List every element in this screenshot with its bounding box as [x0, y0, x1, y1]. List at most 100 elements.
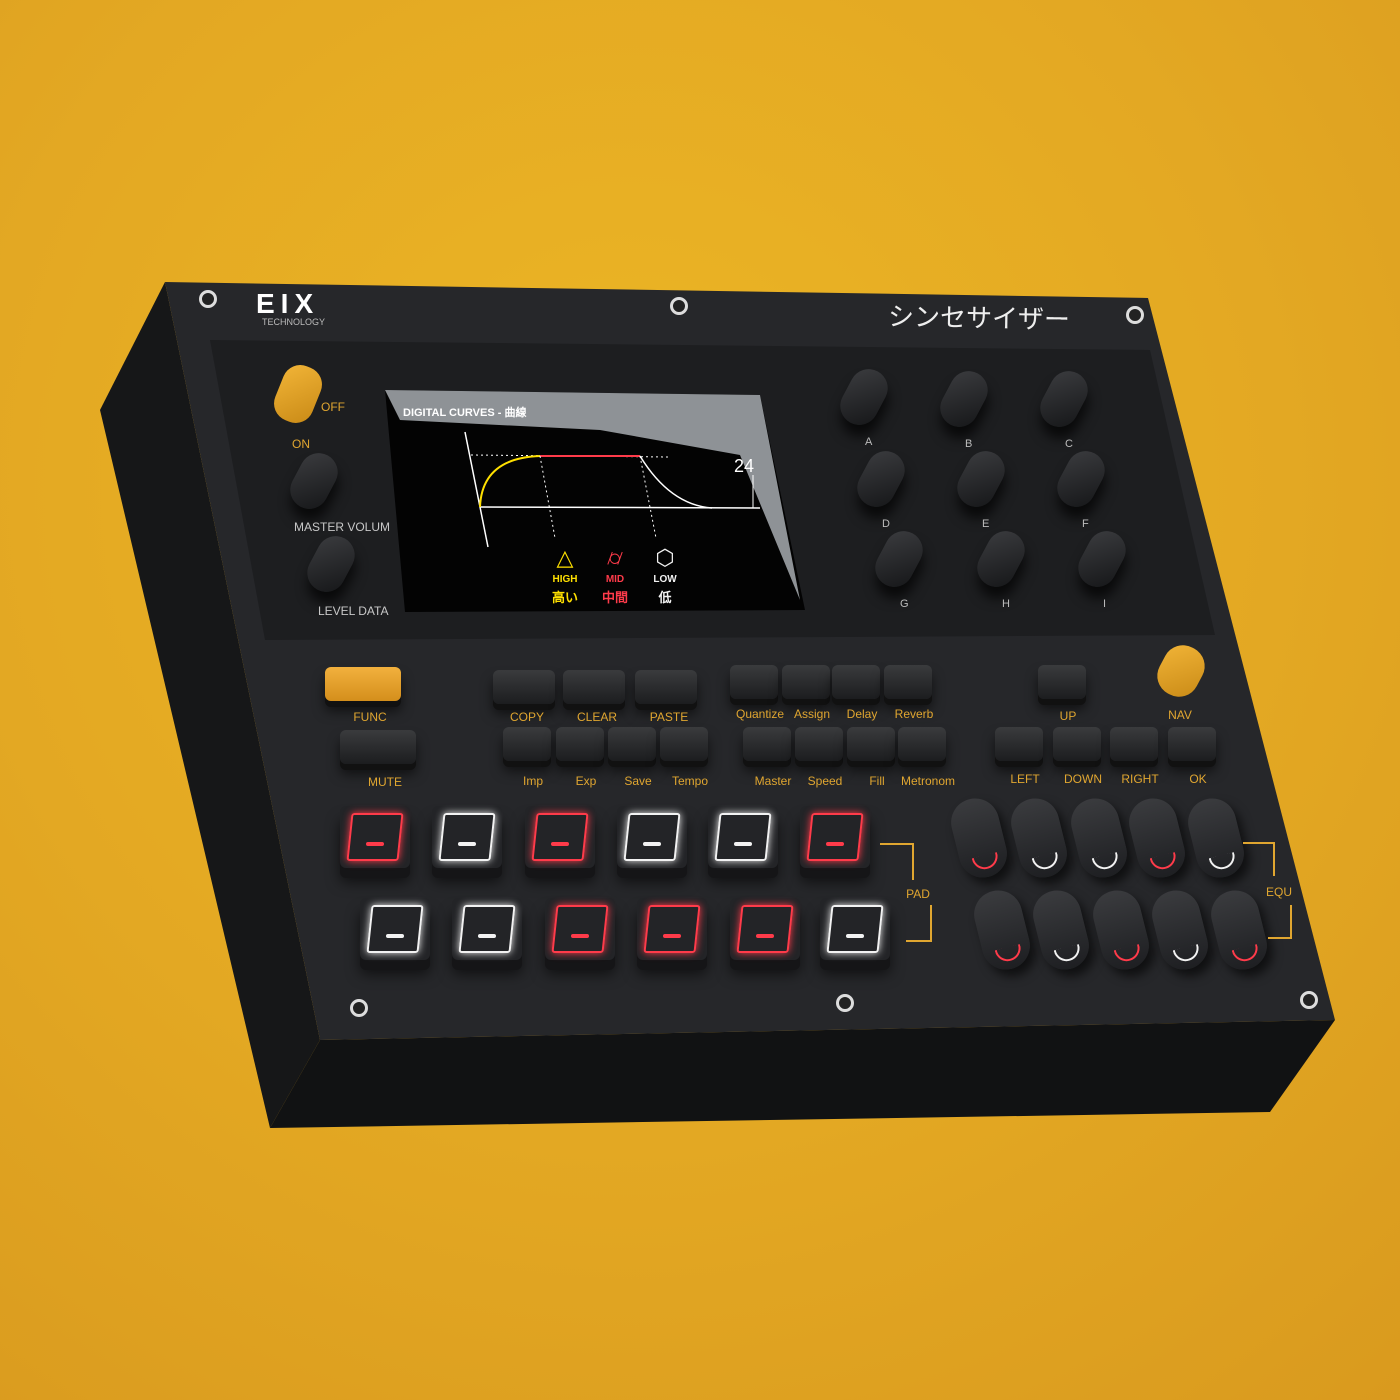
button-right[interactable] — [1110, 727, 1158, 761]
func-button[interactable] — [325, 667, 401, 701]
pad-light — [346, 813, 404, 861]
button-ok[interactable] — [1168, 727, 1216, 761]
button-paste[interactable] — [635, 670, 697, 704]
button-metronom[interactable] — [898, 727, 946, 761]
knob-label: I — [1103, 598, 1107, 610]
drum-pad[interactable] — [708, 806, 778, 868]
pad-indicator — [571, 934, 589, 938]
drum-pad[interactable] — [452, 898, 522, 960]
button-quantize[interactable] — [730, 665, 778, 699]
mute-button[interactable] — [340, 730, 416, 764]
equ-indicator — [1113, 944, 1143, 964]
button-label: Quantize — [735, 707, 785, 721]
drum-pad[interactable] — [730, 898, 800, 960]
level-data-label: LEVEL DATA — [318, 604, 389, 618]
band-label: HIGH — [552, 574, 578, 585]
button-label: Reverb — [894, 707, 934, 721]
drum-pad[interactable] — [800, 806, 870, 868]
equ-indicator — [1091, 852, 1121, 872]
equ-indicator — [1031, 852, 1061, 872]
button-imp[interactable] — [503, 727, 551, 761]
pad-light — [643, 905, 701, 953]
button-label: Assign — [793, 707, 831, 721]
pad-indicator — [366, 842, 384, 846]
pad-indicator — [663, 934, 681, 938]
button-label: Exp — [575, 774, 597, 788]
button-assign[interactable] — [782, 665, 830, 699]
screw-icon — [670, 297, 688, 315]
button-clear[interactable] — [563, 670, 625, 704]
button-fill[interactable] — [847, 727, 895, 761]
drum-pad[interactable] — [340, 806, 410, 868]
button-exp[interactable] — [556, 727, 604, 761]
pad-indicator — [826, 842, 844, 846]
japanese-title: シンセサイザー — [887, 301, 1071, 335]
pad-indicator — [846, 934, 864, 938]
button-speed[interactable] — [795, 727, 843, 761]
band-label-jp: 低 — [658, 590, 672, 605]
pad-light — [623, 813, 681, 861]
pad-indicator — [643, 842, 661, 846]
equ-label: EQU — [1265, 885, 1293, 899]
pad-indicator — [551, 842, 569, 846]
pad-light — [531, 813, 589, 861]
screw-icon — [836, 994, 854, 1012]
button-label: OK — [1189, 772, 1207, 786]
equ-indicator — [1231, 944, 1261, 964]
button-master[interactable] — [743, 727, 791, 761]
screw-icon — [1300, 991, 1318, 1009]
knob-label: B — [965, 438, 973, 450]
drum-pad[interactable] — [360, 898, 430, 960]
synth-body — [100, 282, 1335, 1128]
pad-indicator — [386, 934, 404, 938]
on-label: ON — [292, 437, 310, 451]
button-label: Save — [624, 774, 652, 788]
equ-bracket-top — [1243, 842, 1275, 876]
button-up[interactable] — [1038, 665, 1086, 699]
button-down[interactable] — [1053, 727, 1101, 761]
pad-indicator — [458, 842, 476, 846]
knob-label: H — [1002, 598, 1010, 610]
band-label: MID — [605, 574, 625, 585]
drum-pad[interactable] — [820, 898, 890, 960]
button-label: RIGHT — [1121, 772, 1159, 786]
equ-indicator — [994, 944, 1024, 964]
brand-subtitle: TECHNOLOGY — [262, 317, 326, 327]
screw-icon — [350, 999, 368, 1017]
knob-label: A — [865, 436, 873, 448]
knob-label: F — [1082, 518, 1089, 530]
pad-light — [366, 905, 424, 953]
button-left[interactable] — [995, 727, 1043, 761]
drum-pad[interactable] — [432, 806, 502, 868]
button-delay[interactable] — [832, 665, 880, 699]
button-label: LEFT — [1010, 772, 1040, 786]
pyramid-icon: △ — [556, 545, 574, 570]
pad-indicator — [756, 934, 774, 938]
button-label: Delay — [846, 707, 878, 721]
pad-light — [458, 905, 516, 953]
drum-pad[interactable] — [525, 806, 595, 868]
equ-bracket-bottom — [1268, 905, 1292, 939]
button-label: Fill — [869, 774, 885, 788]
equ-indicator — [971, 852, 1001, 872]
button-copy[interactable] — [493, 670, 555, 704]
pad-label: PAD — [906, 887, 930, 901]
button-label: CLEAR — [576, 710, 618, 724]
button-label: DOWN — [1064, 772, 1102, 786]
knob-label: E — [982, 518, 990, 530]
band-label-jp: 高い — [551, 590, 579, 605]
button-tempo[interactable] — [660, 727, 708, 761]
button-label: UP — [1059, 709, 1077, 723]
drum-pad[interactable] — [545, 898, 615, 960]
pad-light — [806, 813, 864, 861]
pad-light — [714, 813, 772, 861]
knob-label: D — [882, 518, 890, 530]
drum-pad[interactable] — [637, 898, 707, 960]
button-reverb[interactable] — [884, 665, 932, 699]
drum-pad[interactable] — [617, 806, 687, 868]
button-label: PASTE — [649, 710, 689, 724]
equ-indicator — [1053, 944, 1083, 964]
button-save[interactable] — [608, 727, 656, 761]
pad-light — [551, 905, 609, 953]
button-label: Tempo — [671, 774, 709, 788]
